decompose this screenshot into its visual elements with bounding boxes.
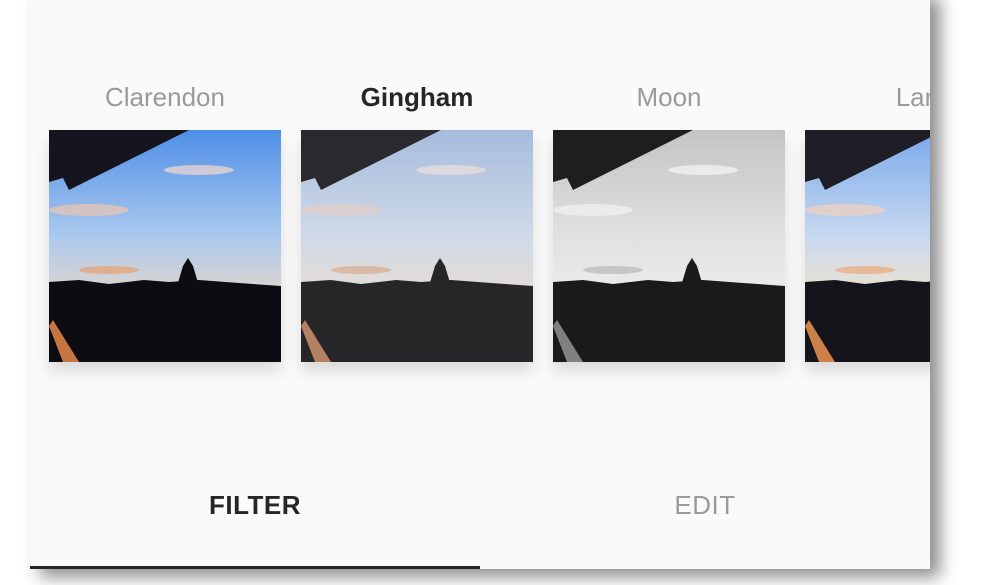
filter-thumbnail-clarendon[interactable]: [49, 130, 281, 362]
filter-panel: Clarendon Gingham Moon Lar FILTER EDIT: [30, 0, 930, 569]
filter-thumbnail-moon[interactable]: [553, 130, 785, 362]
filter-thumbnail-gingham[interactable]: [301, 130, 533, 362]
tab-edit-label: EDIT: [674, 490, 736, 520]
filter-strip[interactable]: Clarendon Gingham Moon Lar: [30, 0, 930, 410]
screen: Clarendon Gingham Moon Lar FILTER EDIT: [0, 0, 990, 585]
filter-name-moon: Moon: [636, 82, 702, 112]
tab-filter[interactable]: FILTER: [30, 480, 480, 569]
tab-filter-label: FILTER: [208, 490, 302, 520]
tab-edit[interactable]: EDIT: [480, 480, 930, 569]
filter-name-gingham: Gingham: [360, 82, 474, 112]
filter-thumbnail-lark[interactable]: [805, 130, 930, 362]
bottom-tab-bar: FILTER EDIT: [30, 480, 930, 569]
filter-name-lark: Lark: [895, 82, 930, 112]
active-tab-indicator: [30, 566, 480, 569]
filter-name-clarendon: Clarendon: [105, 82, 225, 112]
